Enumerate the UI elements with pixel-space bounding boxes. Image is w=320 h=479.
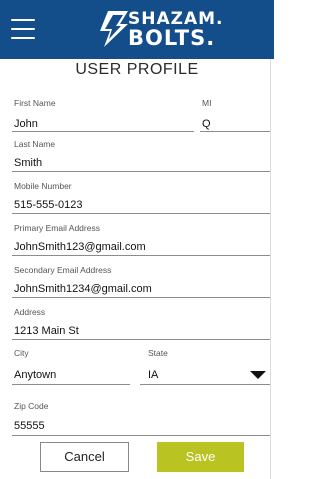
logo-text-line2: BOLTS. — [128, 26, 216, 50]
mobile-number-label: Mobile Number — [14, 181, 72, 191]
mi-field[interactable]: Q — [202, 118, 211, 130]
lightning-bolt-logo-icon — [100, 11, 128, 47]
triangle-down-icon[interactable] — [250, 371, 266, 379]
page-title: USER PROFILE — [75, 61, 199, 78]
user-profile-page: SHAZAM. BOLTS. USER PROFILE First Name J… — [0, 0, 274, 479]
city-field[interactable]: Anytown — [14, 369, 56, 381]
address-underline — [12, 339, 270, 340]
secondary-email-label: Secondary Email Address — [14, 265, 112, 275]
last-name-label: Last Name — [14, 139, 56, 149]
last-name-underline — [12, 171, 270, 172]
primary-email-label: Primary Email Address — [14, 223, 100, 233]
address-field[interactable]: 1213 Main St — [14, 325, 79, 337]
primary-email-field[interactable]: JohnSmith123@gmail.com — [14, 241, 146, 253]
mobile-number-underline — [12, 213, 270, 214]
brand-logo: SHAZAM. BOLTS. — [94, 8, 223, 52]
hamburger-menu-icon[interactable] — [11, 19, 35, 41]
secondary-email-field[interactable]: JohnSmith1234@gmail.com — [14, 283, 152, 295]
city-underline — [12, 384, 130, 385]
first-name-label: First Name — [14, 98, 56, 108]
cancel-button[interactable]: Cancel — [40, 442, 129, 472]
app-header: SHAZAM. BOLTS. — [0, 0, 274, 59]
first-name-field[interactable]: John — [14, 118, 38, 130]
mobile-number-field[interactable]: 515-555-0123 — [14, 199, 83, 211]
zip-code-field[interactable]: 55555 — [14, 420, 45, 432]
state-select[interactable]: IA — [148, 369, 158, 381]
mi-underline — [200, 131, 270, 132]
first-name-underline — [12, 131, 194, 132]
save-button[interactable]: Save — [157, 442, 244, 472]
last-name-field[interactable]: Smith — [14, 157, 42, 169]
mi-label: MI — [202, 98, 212, 108]
zip-code-label: Zip Code — [14, 401, 49, 411]
state-label: State — [148, 348, 168, 358]
primary-email-underline — [12, 255, 270, 256]
zip-code-underline — [12, 435, 270, 436]
content-right-border — [270, 59, 271, 479]
secondary-email-underline — [12, 297, 270, 298]
address-label: Address — [14, 307, 46, 317]
city-label: City — [14, 348, 29, 358]
state-underline — [140, 384, 270, 385]
